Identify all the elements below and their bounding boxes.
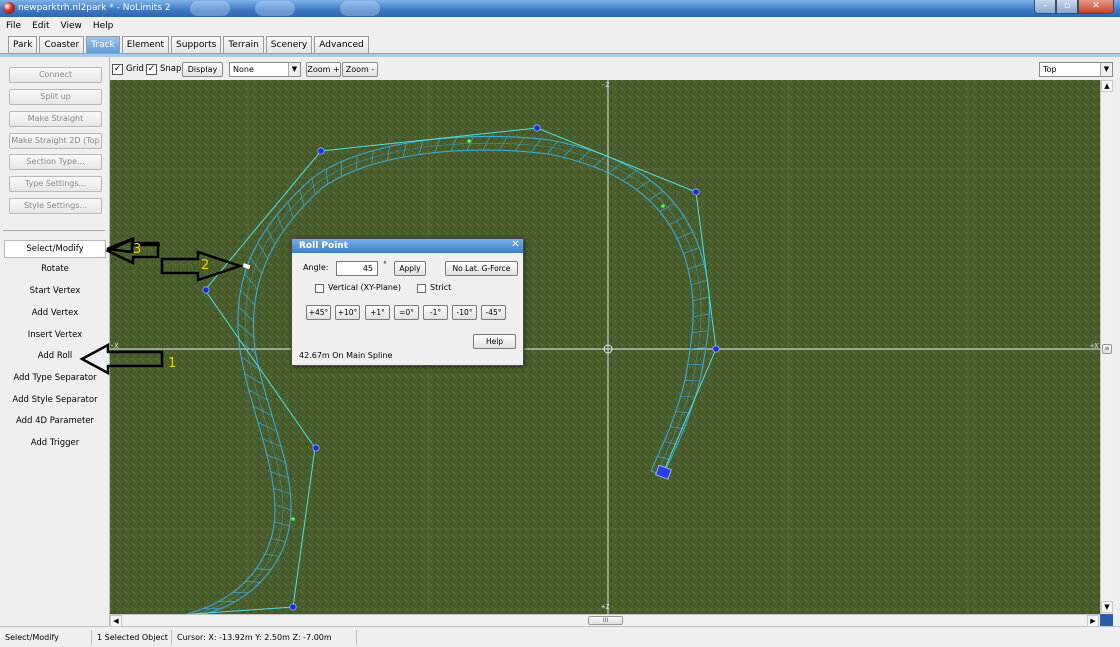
roll-plus-45-button[interactable]: +45° (306, 305, 331, 320)
horizontal-scrollbar[interactable]: ◀ III ▶ (110, 614, 1100, 627)
roll-plus-1-button[interactable]: +1° (365, 305, 390, 320)
status-selection: 1 Selected Object (92, 630, 172, 645)
roll-minus-45-button[interactable]: -45° (481, 305, 506, 320)
roll-point-dialog: Roll Point ✕ Angle: 45 ° Apply No Lat. G… (291, 238, 524, 366)
strict-checkbox[interactable] (417, 284, 426, 293)
spline-position-text: 42.67m On Main Spline (299, 351, 393, 360)
horizontal-scroll-thumb[interactable]: III (588, 616, 623, 625)
vertical-scroll-thumb[interactable]: ≡ (1102, 344, 1112, 354)
vertical-scrollbar[interactable]: ▲ ≡ ▼ (1100, 80, 1113, 614)
dialog-title: Roll Point (299, 241, 348, 251)
roll-minus-1-button[interactable]: -1° (423, 305, 448, 320)
status-mode: Select/Modify (0, 630, 92, 645)
annotation-number-1: 1 (168, 356, 177, 371)
status-cursor: Cursor: X: -13.92m Y: 2.50m Z: -7.00m (172, 630, 357, 645)
no-lat-g-force-button[interactable]: No Lat. G-Force (445, 261, 518, 276)
roll-minus-10-button[interactable]: -10° (452, 305, 477, 320)
status-bar: Select/Modify 1 Selected Object Cursor: … (0, 626, 1120, 647)
help-button[interactable]: Help (473, 334, 516, 349)
degree-label: ° (383, 260, 387, 269)
roll-plus-10-button[interactable]: +10° (335, 305, 360, 320)
annotation-number-2: 2 (201, 258, 210, 273)
scroll-up-icon[interactable]: ▲ (1101, 80, 1113, 92)
scroll-down-icon[interactable]: ▼ (1101, 601, 1113, 613)
strict-label: Strict (430, 283, 452, 292)
angle-label: Angle: (303, 263, 329, 272)
annotation-overlay (79, 237, 244, 376)
roll-zero-button[interactable]: =0° (394, 305, 419, 320)
vertical-label: Vertical (XY-Plane) (328, 283, 401, 292)
angle-input[interactable]: 45 (336, 261, 378, 276)
window-right-edge (1113, 80, 1120, 626)
close-icon[interactable]: ✕ (510, 240, 521, 251)
vertical-checkbox[interactable] (315, 284, 324, 293)
dialog-title-bar[interactable]: Roll Point ✕ (292, 239, 523, 253)
apply-button[interactable]: Apply (394, 261, 426, 276)
annotation-number-3: 3 (133, 242, 142, 257)
arrow-1 (79, 342, 164, 376)
